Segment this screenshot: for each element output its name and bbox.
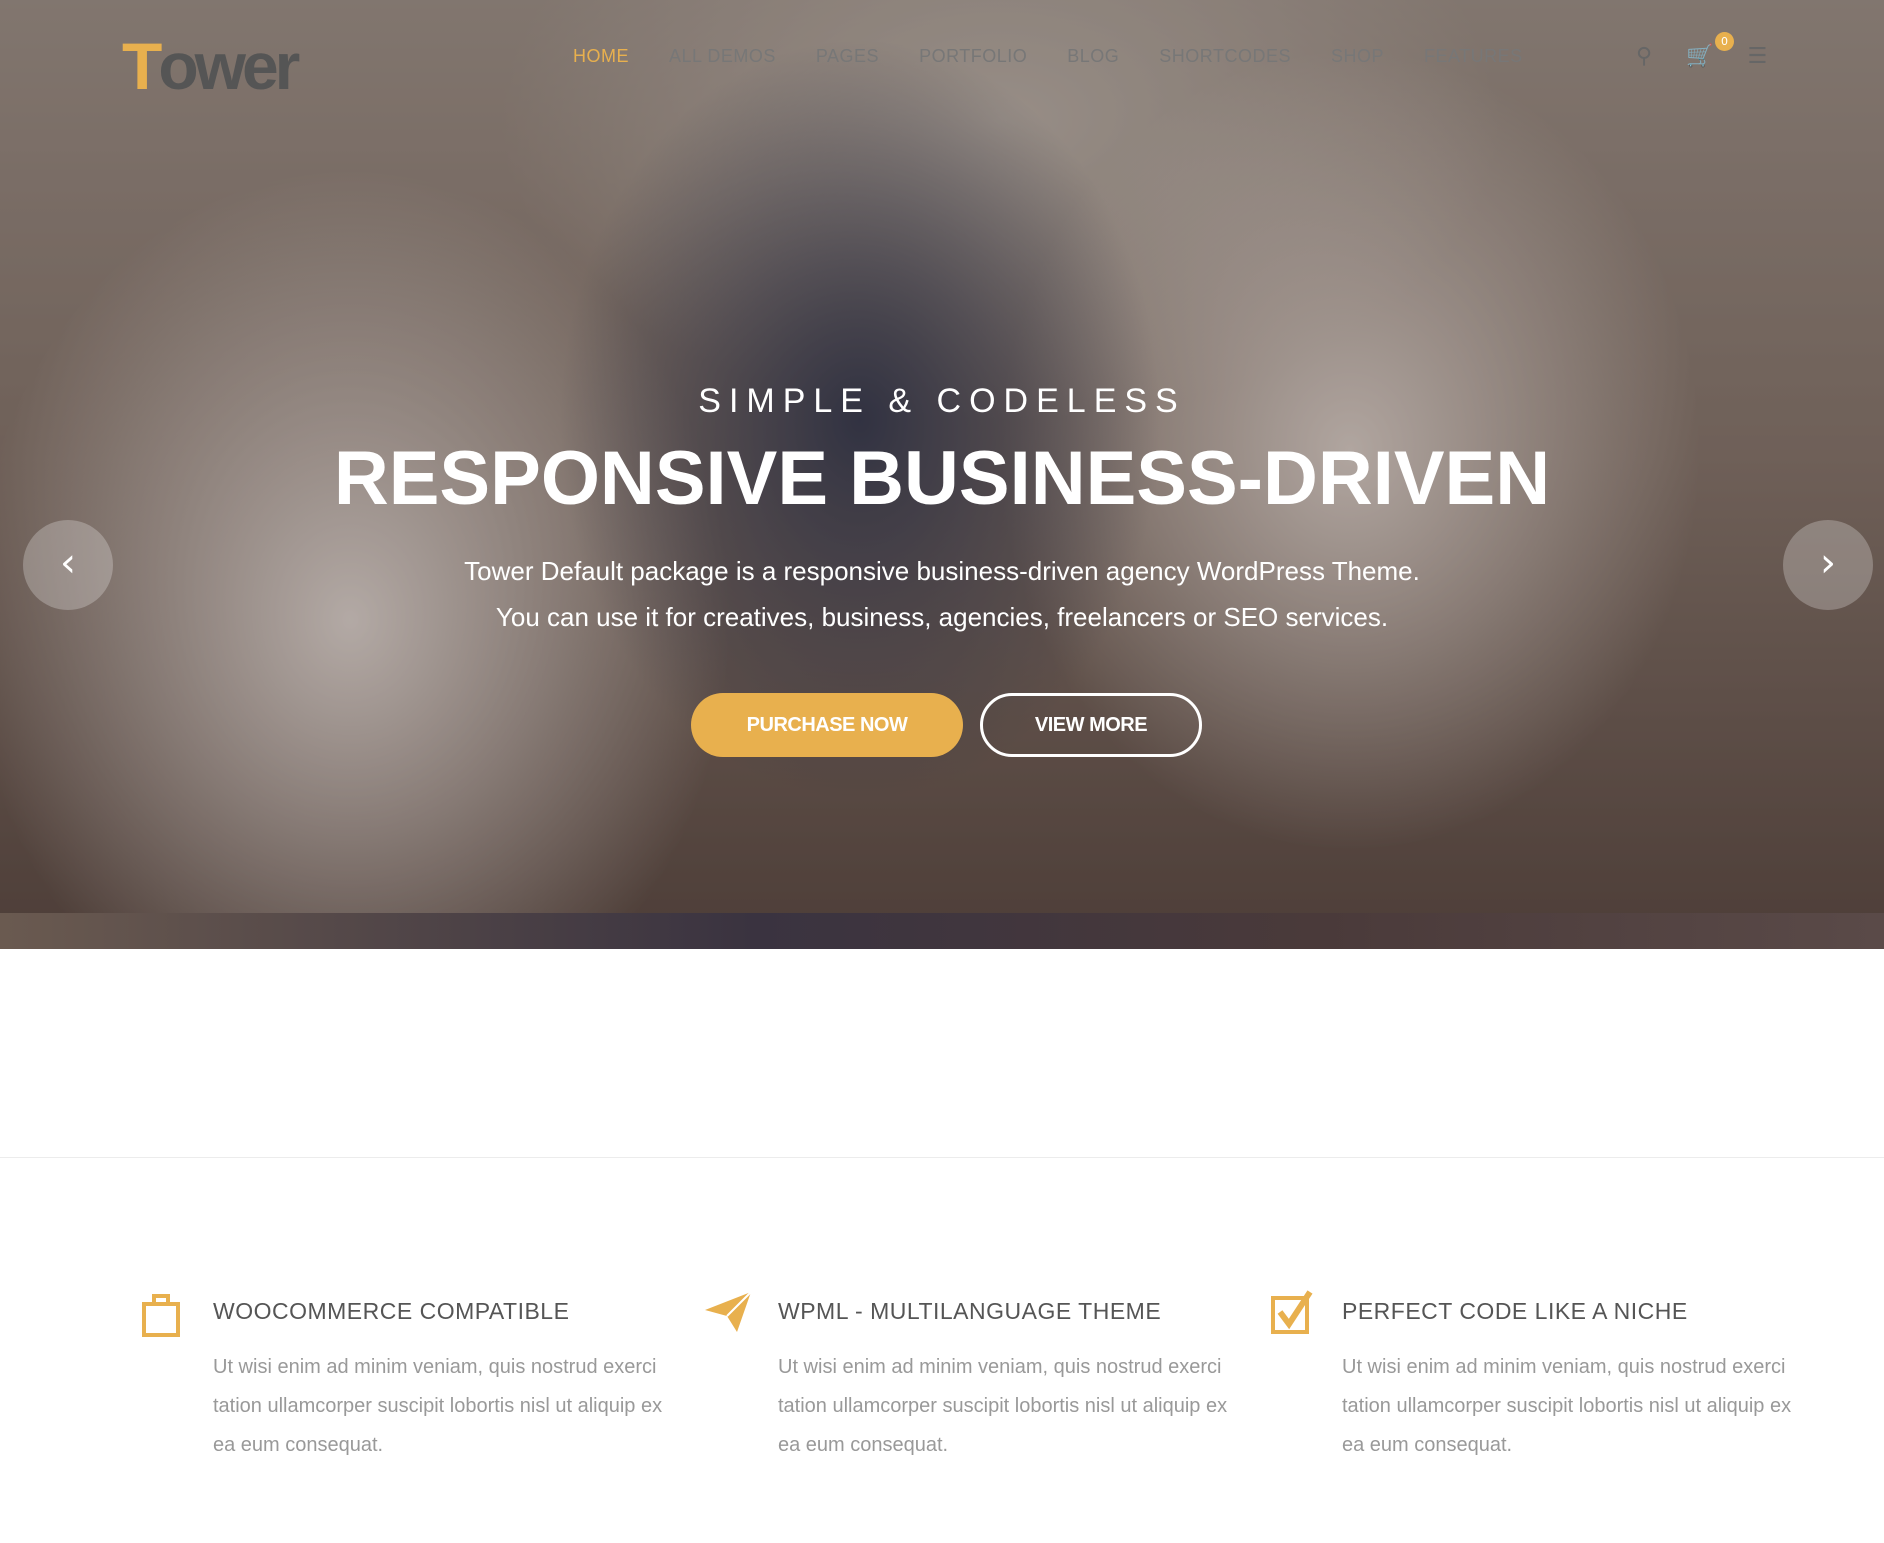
hero-desc-line: Tower Default package is a responsive bu…: [464, 556, 1420, 586]
nav-home[interactable]: HOME: [573, 46, 629, 67]
menu-icon[interactable]: ☰: [1748, 44, 1768, 69]
nav-blog[interactable]: BLOG: [1067, 46, 1119, 67]
feature-title: WOOCOMMERCE COMPATIBLE: [213, 1298, 570, 1324]
feature-text: Ut wisi enim ad minim veniam, quis nostr…: [213, 1356, 663, 1456]
nav-shop[interactable]: SHOP: [1331, 46, 1384, 67]
purchase-now-button[interactable]: PURCHASE NOW: [691, 693, 963, 757]
hero-title: RESPONSIVE BUSINESS-DRIVEN: [333, 436, 1551, 521]
nav-all-demos[interactable]: ALL DEMOS: [669, 46, 776, 67]
nav-pages[interactable]: PAGES: [816, 46, 879, 67]
hero-subtitle: SIMPLE & CODELESS: [698, 382, 1186, 420]
feature-title: WPML - MULTILANGUAGE THEME: [778, 1298, 1162, 1324]
feature-title: PERFECT CODE LIKE A NICHE: [1342, 1298, 1688, 1324]
feature-text: Ut wisi enim ad minim veniam, quis nostr…: [1342, 1356, 1792, 1456]
main-nav: HOME ALL DEMOS PAGES PORTFOLIO BLOG SHOR…: [573, 46, 1523, 67]
nav-features[interactable]: FEATURES: [1424, 46, 1523, 67]
hero-bottom-band: [0, 913, 1884, 949]
section-divider: [0, 1157, 1884, 1158]
search-icon[interactable]: ⚲: [1636, 44, 1652, 69]
view-more-button[interactable]: VIEW MORE: [980, 693, 1202, 757]
shopping-bag-icon: [141, 1290, 181, 1349]
checkbox-icon: [1270, 1290, 1314, 1347]
header-icons: ⚲ 🛒 ☰: [1636, 44, 1767, 69]
cart-count-badge: 0: [1715, 32, 1734, 51]
nav-shortcodes[interactable]: SHORTCODES: [1159, 46, 1291, 67]
hero-desc-line: You can use it for creatives, business, …: [495, 602, 1389, 632]
cart-icon[interactable]: 🛒: [1686, 44, 1713, 69]
hero-description: Tower Default package is a responsive bu…: [0, 548, 1884, 640]
nav-portfolio[interactable]: PORTFOLIO: [919, 46, 1027, 67]
feature-text: Ut wisi enim ad minim veniam, quis nostr…: [778, 1356, 1228, 1456]
logo[interactable]: Tower: [122, 28, 300, 104]
paper-plane-icon: [703, 1290, 753, 1345]
